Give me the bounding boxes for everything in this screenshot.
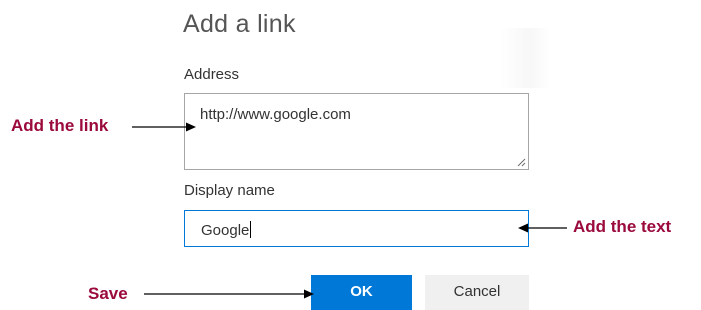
arrow-left-icon [518,223,567,233]
arrow-right-icon [144,289,314,299]
annotation-arrows [132,122,567,299]
arrow-right-icon [132,122,196,132]
